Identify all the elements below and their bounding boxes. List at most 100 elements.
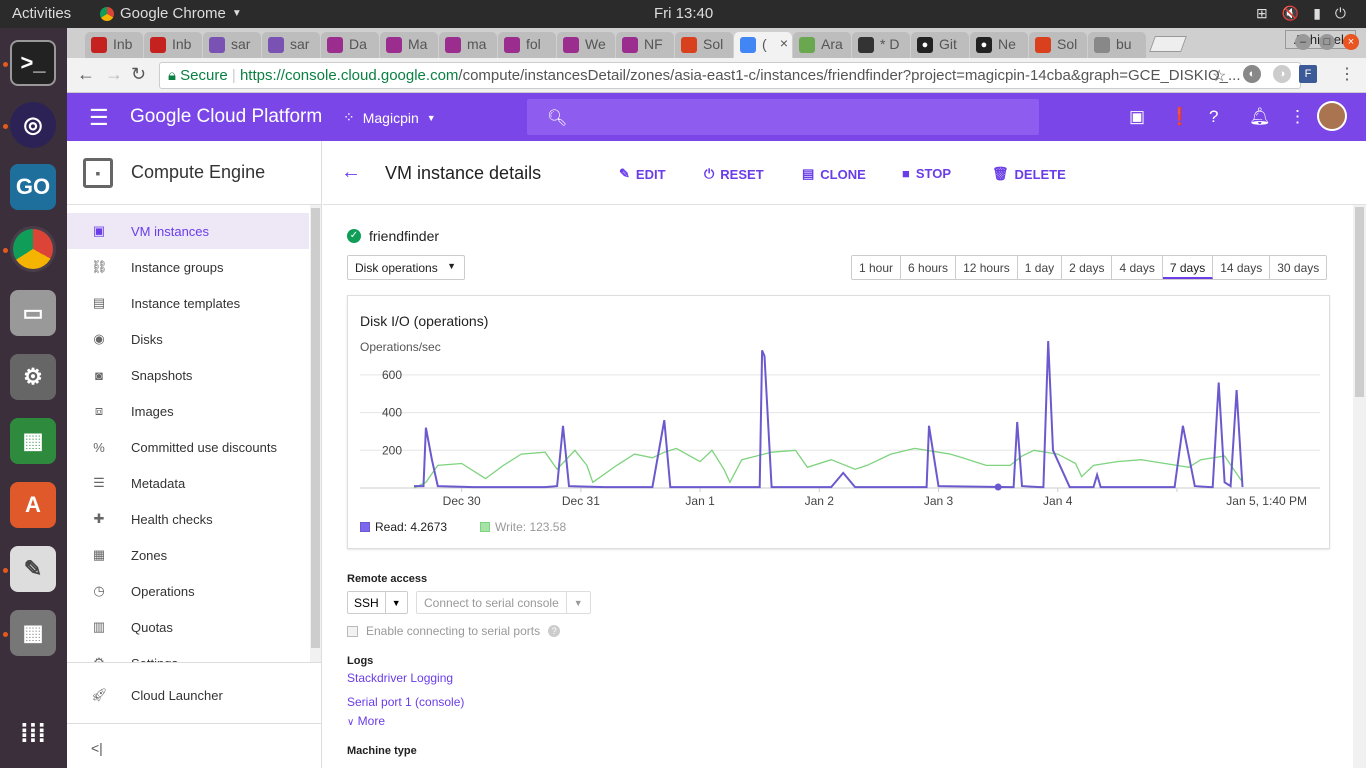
sidebar-item-health-checks[interactable]: ✚ Health checks: [67, 501, 309, 537]
power-menu-icon[interactable]: ⏻: [1335, 5, 1346, 22]
range-7-days[interactable]: 7 days: [1162, 256, 1214, 279]
browser-tab[interactable]: fol: [498, 32, 556, 58]
browser-tab[interactable]: Inb: [85, 32, 143, 58]
text-editor-icon[interactable]: ✎: [10, 546, 56, 592]
sidebar-item-zones[interactable]: ▦ Zones: [67, 537, 309, 573]
system-tray[interactable]: ⊞ 🔇 ▮ ⏻: [1256, 5, 1346, 22]
range-14-days[interactable]: 14 days: [1213, 256, 1271, 279]
ssh-label[interactable]: SSH: [348, 592, 386, 613]
hamburger-menu-icon[interactable]: ☰: [89, 105, 109, 131]
scrollbar-thumb[interactable]: [1355, 207, 1364, 397]
sidebar-item-committed-use-discounts[interactable]: % Committed use discounts: [67, 429, 309, 465]
ssh-button[interactable]: SSH ▼: [347, 591, 408, 614]
browser-tab[interactable]: Inb: [144, 32, 202, 58]
software-center-icon[interactable]: A: [10, 482, 56, 528]
profile-chip[interactable]: Abhishek: [1285, 30, 1357, 49]
serial-ports-checkbox-row[interactable]: Enable connecting to serial ports?: [347, 624, 561, 638]
stop-button[interactable]: ■ STOP: [902, 166, 951, 181]
range-1-hour[interactable]: 1 hour: [852, 256, 902, 279]
browser-tab[interactable]: Da: [321, 32, 379, 58]
sidebar-item-instance-groups[interactable]: ⛓ Instance groups: [67, 249, 309, 285]
reset-button[interactable]: ⏻ RESET: [704, 166, 764, 182]
browser-tab[interactable]: ● Ne: [970, 32, 1028, 58]
stackdriver-logging-link[interactable]: Stackdriver Logging: [347, 671, 453, 685]
calculator-icon[interactable]: ▦: [10, 610, 56, 656]
help-circle-icon[interactable]: ?: [548, 625, 561, 637]
sidebar-item-images[interactable]: ⧈ Images: [67, 393, 309, 429]
help-icon[interactable]: ?: [1209, 107, 1218, 127]
range-1-day[interactable]: 1 day: [1018, 256, 1063, 279]
browser-tab[interactable]: (×: [734, 32, 792, 58]
avatar[interactable]: [1317, 101, 1347, 131]
eclipse-icon[interactable]: ◎: [10, 102, 56, 148]
goland-icon[interactable]: GO: [10, 164, 56, 210]
browser-tab[interactable]: bu: [1088, 32, 1146, 58]
reload-icon[interactable]: ↻: [131, 64, 146, 85]
serial-ports-checkbox[interactable]: [347, 625, 358, 637]
chrome-menu-icon[interactable]: ⋮: [1339, 64, 1355, 84]
browser-tab[interactable]: * D: [852, 32, 910, 58]
extension-icon[interactable]: ◑: [1273, 65, 1291, 83]
extension-icon[interactable]: ◐: [1243, 65, 1261, 83]
collapse-sidebar-button[interactable]: <|: [67, 723, 322, 773]
sidebar-item-settings[interactable]: ⚙ Settings: [67, 645, 309, 663]
delete-button[interactable]: 🗑︎ DELETE: [992, 166, 1066, 182]
sidebar-item-quotas[interactable]: ▥ Quotas: [67, 609, 309, 645]
range-2-days[interactable]: 2 days: [1062, 256, 1113, 279]
metric-select[interactable]: Disk operations ▼: [347, 255, 465, 280]
activities-button[interactable]: Activities: [12, 5, 71, 22]
sidebar-item-vm-instances[interactable]: ▣ VM instances: [67, 213, 309, 249]
terminal-icon[interactable]: >_: [10, 40, 56, 86]
browser-tab[interactable]: Sol: [675, 32, 733, 58]
sidebar-item-operations[interactable]: ◷ Operations: [67, 573, 309, 609]
show-apps-icon[interactable]: ⁞⁞⁞: [10, 710, 56, 756]
back-arrow-icon[interactable]: ←: [341, 161, 361, 184]
calc-spreadsheet-icon[interactable]: ▦: [10, 418, 56, 464]
range-4-days[interactable]: 4 days: [1112, 256, 1163, 279]
sidebar-scrollbar[interactable]: [310, 205, 321, 663]
extension-f-icon[interactable]: F: [1299, 65, 1317, 83]
sidebar-item-snapshots[interactable]: ◙ Snapshots: [67, 357, 309, 393]
browser-tab[interactable]: NF: [616, 32, 674, 58]
more-vert-icon[interactable]: ⋮: [1289, 107, 1306, 127]
serial-label[interactable]: Connect to serial console: [417, 592, 567, 613]
more-toggle[interactable]: ∨ More: [347, 714, 385, 728]
serial-console-button[interactable]: Connect to serial console ▼: [416, 591, 591, 614]
edit-button[interactable]: ✎ EDIT: [619, 166, 666, 182]
feedback-icon[interactable]: ❗: [1169, 107, 1190, 127]
serial-caret-icon[interactable]: ▼: [567, 592, 590, 613]
search-input[interactable]: 🔍︎: [527, 99, 1039, 135]
bookmark-star-icon[interactable]: ☆: [1212, 66, 1226, 86]
sidebar-item-instance-templates[interactable]: ▤ Instance templates: [67, 285, 309, 321]
range-30-days[interactable]: 30 days: [1270, 256, 1326, 279]
range-6-hours[interactable]: 6 hours: [901, 256, 957, 279]
chart-svg[interactable]: 200 400 600 Dec 30 Dec 31 Jan 1 Jan 2 Jan 3 Jan …: [348, 296, 1329, 548]
ssh-caret-icon[interactable]: ▼: [386, 592, 407, 613]
settings-icon[interactable]: ⚙: [10, 354, 56, 400]
back-arrow-icon[interactable]: ←: [77, 64, 95, 85]
volume-icon[interactable]: 🔇: [1282, 5, 1299, 22]
files-icon[interactable]: ▭: [10, 290, 56, 336]
browser-tab[interactable]: We: [557, 32, 615, 58]
browser-tab[interactable]: ma: [439, 32, 497, 58]
close-tab-icon[interactable]: ×: [780, 35, 788, 51]
new-tab-button[interactable]: [1149, 36, 1187, 52]
sidebar-item-metadata[interactable]: ☰ Metadata: [67, 465, 309, 501]
main-scrollbar[interactable]: [1353, 205, 1366, 768]
browser-tab[interactable]: sar: [203, 32, 261, 58]
forward-arrow-icon[interactable]: →: [105, 64, 123, 85]
range-12-hours[interactable]: 12 hours: [956, 256, 1018, 279]
browser-tab[interactable]: Ma: [380, 32, 438, 58]
legend-read[interactable]: Read: 4.2673: [360, 520, 447, 534]
browser-tab[interactable]: Sol: [1029, 32, 1087, 58]
gcp-brand[interactable]: Google Cloud Platform: [130, 106, 322, 128]
browser-tab[interactable]: sar: [262, 32, 320, 58]
serial-port-link[interactable]: Serial port 1 (console): [347, 695, 464, 709]
app-menu[interactable]: Google Chrome ▼: [100, 5, 242, 22]
battery-icon[interactable]: ▮: [1313, 5, 1321, 22]
scrollbar-thumb[interactable]: [311, 208, 320, 648]
notifications-bell-icon[interactable]: 🔔︎: [1249, 107, 1271, 127]
browser-tab[interactable]: Ara: [793, 32, 851, 58]
clone-button[interactable]: ▤ CLONE: [802, 166, 866, 182]
browser-tab[interactable]: ● Git: [911, 32, 969, 58]
